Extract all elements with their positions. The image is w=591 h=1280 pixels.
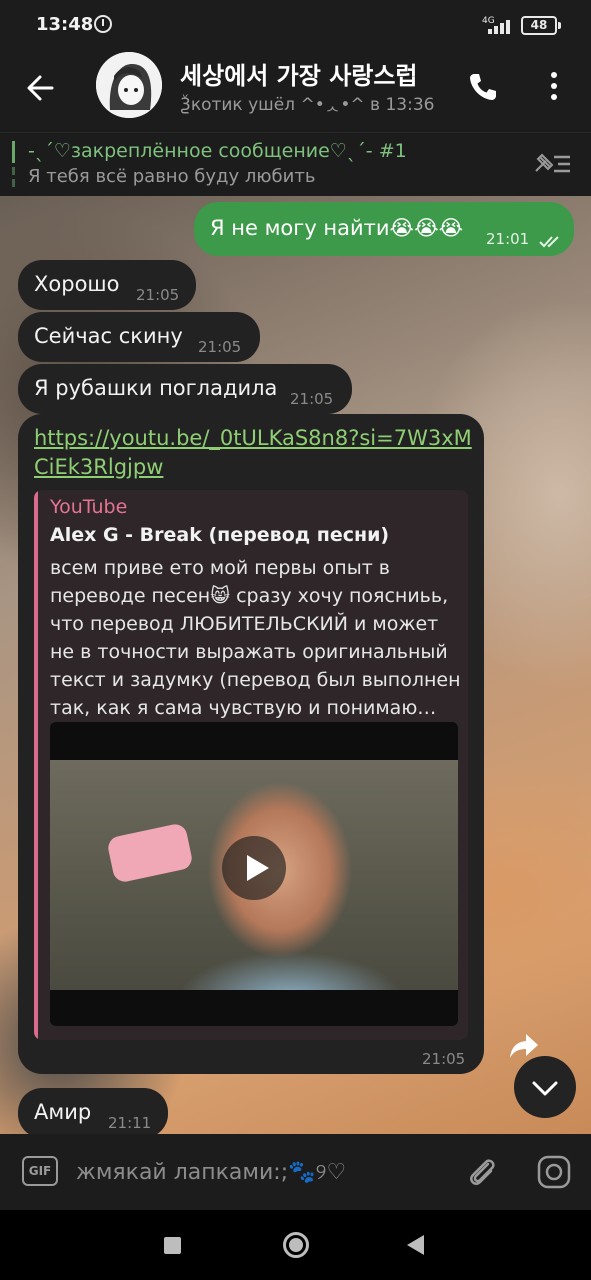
message-text: Я не могу найти😭😭😭 xyxy=(210,216,464,240)
status-bar: 13:48 4G 48 xyxy=(0,0,591,52)
home-icon[interactable] xyxy=(283,1232,309,1258)
pinned-text: Я тебя всё равно буду любить xyxy=(28,166,316,187)
recents-icon[interactable] xyxy=(164,1237,181,1254)
chat-title[interactable]: 세상에서 가장 사랑스럽 xyxy=(180,56,442,91)
preview-description: всем приве ето мой первы опыт в переводе… xyxy=(50,557,461,719)
play-icon[interactable] xyxy=(222,836,286,900)
double-check-icon xyxy=(538,230,564,254)
chat-status: Ѯкотик ушёл ^•ᆺ•^ в 13:36 xyxy=(180,95,435,115)
nav-back-icon[interactable] xyxy=(407,1235,424,1255)
preview-site-name: YouTube xyxy=(50,496,128,518)
message-text: Хорошо xyxy=(34,272,120,296)
alarm-icon xyxy=(94,15,112,33)
message-time: 21:01 xyxy=(486,230,530,248)
message-link[interactable]: https://youtu.be/_0tULKaS8n8?si=7W3xMCiE… xyxy=(34,424,474,482)
message-time: 21:11 xyxy=(108,1114,152,1132)
chat-area[interactable]: Я не могу найти😭😭😭 21:01 Хорошо 21:05 Се… xyxy=(0,196,591,1134)
preview-accent xyxy=(34,490,38,1040)
preview-title: Alex G - Break (перевод песни) xyxy=(50,524,390,546)
video-thumbnail[interactable] xyxy=(50,722,458,1026)
back-arrow-icon[interactable] xyxy=(22,68,62,108)
avatar[interactable] xyxy=(96,52,162,118)
gif-icon[interactable]: GIF xyxy=(22,1156,58,1186)
battery-level: 48 xyxy=(530,18,548,32)
status-time: 13:48 xyxy=(36,14,94,35)
message-time: 21:05 xyxy=(198,338,242,356)
gif-label: GIF xyxy=(28,1164,52,1178)
message-time: 21:05 xyxy=(290,390,334,408)
message-bubble-link[interactable]: https://youtu.be/_0tULKaS8n8?si=7W3xMCiE… xyxy=(18,414,484,1074)
chevron-down-icon[interactable] xyxy=(514,1056,576,1118)
message-time: 21:05 xyxy=(422,1050,466,1068)
link-preview[interactable]: YouTube Alex G - Break (перевод песни) в… xyxy=(34,490,468,1040)
message-time: 21:05 xyxy=(136,286,180,304)
pinned-title: -ˎˊ♡закреплённое сообщение♡ˎˊ- #1 xyxy=(28,140,407,162)
message-input[interactable] xyxy=(76,1154,446,1190)
pinned-list-icon[interactable] xyxy=(532,149,572,179)
message-input-bar: GIF xyxy=(0,1134,591,1210)
paperclip-icon[interactable] xyxy=(464,1154,500,1190)
more-vertical-icon[interactable] xyxy=(542,66,566,106)
soap-bar xyxy=(106,822,194,884)
message-bubble-incoming[interactable]: Хорошо 21:05 xyxy=(18,260,196,310)
message-bubble-incoming[interactable]: Сейчас скину 21:05 xyxy=(18,312,260,362)
pinned-message-bar[interactable]: -ˎˊ♡закреплённое сообщение♡ˎˊ- #1 Я тебя… xyxy=(0,132,591,196)
system-nav-bar xyxy=(0,1210,591,1280)
message-text: Я рубашки погладила xyxy=(34,376,278,400)
camera-icon[interactable] xyxy=(536,1154,572,1190)
message-bubble-incoming[interactable]: Амир 21:11 xyxy=(18,1088,168,1134)
chat-header: 세상에서 가장 사랑스럽 Ѯкотик ушёл ^•ᆺ•^ в 13:36 xyxy=(0,52,591,132)
message-bubble-incoming[interactable]: Я рубашки погладила 21:05 xyxy=(18,364,352,414)
pinned-indicator xyxy=(12,141,15,191)
phone-icon[interactable] xyxy=(462,66,502,106)
message-bubble-outgoing[interactable]: Я не могу найти😭😭😭 21:01 xyxy=(194,202,574,256)
message-text: Амир xyxy=(34,1100,92,1124)
battery-icon: 48 xyxy=(521,16,561,35)
message-text: Сейчас скину xyxy=(34,324,183,348)
signal-icon xyxy=(488,18,514,34)
